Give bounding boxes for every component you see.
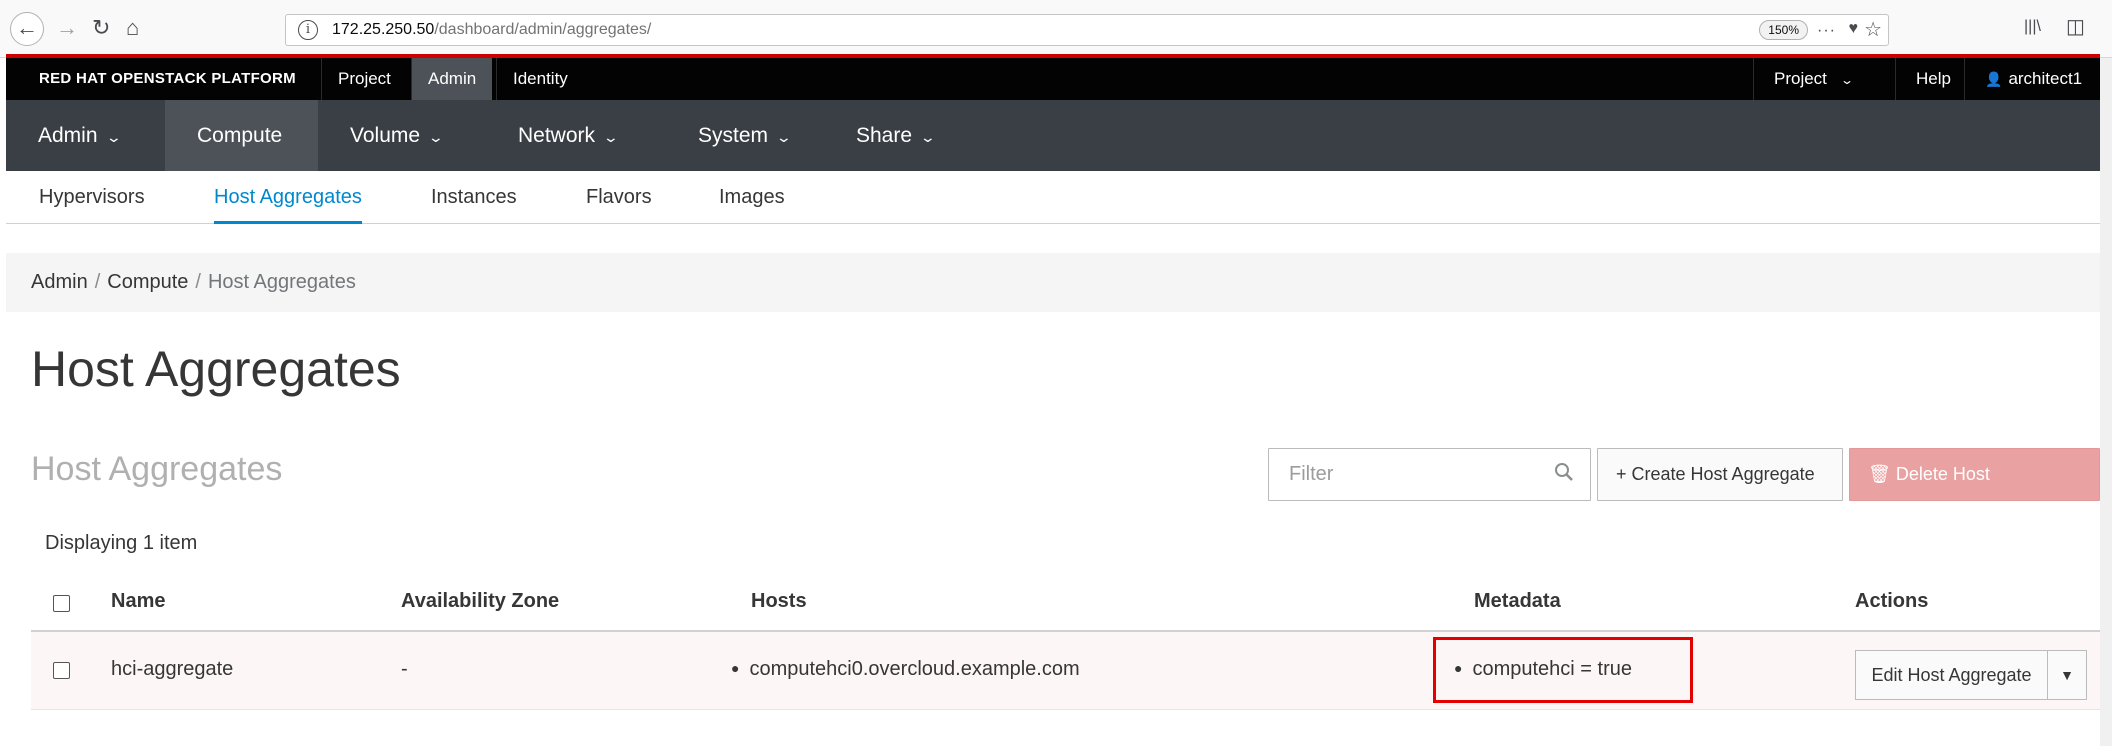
help-link[interactable]: Help	[1895, 58, 1971, 100]
subnav-images[interactable]: Images	[719, 171, 785, 224]
column-header-name[interactable]: Name	[111, 590, 165, 613]
chevron-down-icon: ⌄	[919, 129, 937, 145]
zoom-indicator[interactable]: 150%	[1759, 20, 1808, 40]
search-icon[interactable]	[1554, 462, 1574, 482]
primary-nav: Admin ⌄ Compute Volume ⌄ Network ⌄ System ⌄ …	[6, 100, 2100, 171]
caret-down-icon[interactable]: ▼	[2047, 650, 2087, 700]
project-menu[interactable]: Project ⌄	[1753, 58, 1872, 100]
back-arrow-icon[interactable]: ←	[10, 12, 44, 46]
column-header-availability-zone[interactable]: Availability Zone	[401, 590, 559, 613]
page-actions-icon[interactable]: ···	[1817, 22, 1836, 40]
nav-system[interactable]: System ⌄	[666, 100, 822, 171]
item-count: Displaying 1 item	[45, 532, 198, 554]
row-host-item: computehci0.overcloud.example.com	[749, 658, 1080, 680]
nav-network[interactable]: Network ⌄	[486, 100, 649, 171]
user-icon: 👤	[1985, 71, 2003, 87]
chevron-down-icon: ⌄	[427, 129, 445, 145]
home-icon[interactable]: ⌂	[126, 14, 139, 42]
metadata-highlight-box	[1433, 637, 1693, 703]
row-availability-zone: -	[401, 658, 408, 680]
delete-host-aggregates-button[interactable]: 🗑 Delete Host Aggregates	[1849, 448, 2100, 535]
url-text[interactable]: 172.25.250.50/dashboard/admin/aggregates…	[332, 21, 651, 39]
project-menu-label: Project	[1774, 69, 1827, 88]
tab-admin[interactable]: Admin	[411, 58, 493, 100]
row-checkbox[interactable]	[53, 662, 70, 679]
info-icon[interactable]: i	[298, 20, 318, 40]
nav-share[interactable]: Share ⌄	[824, 100, 966, 171]
nav-admin[interactable]: Admin ⌄	[6, 100, 151, 171]
user-menu[interactable]: 👤 architect1	[1964, 58, 2100, 100]
subnav-host-aggregates[interactable]: Host Aggregates	[214, 171, 362, 224]
breadcrumb-current: Host Aggregates	[207, 271, 356, 293]
table-title: Host Aggregates	[31, 450, 283, 488]
nav-compute-label: Compute	[197, 124, 283, 147]
select-all-checkbox[interactable]	[53, 595, 70, 612]
nav-volume[interactable]: Volume ⌄	[318, 100, 474, 171]
subnav-hypervisors[interactable]: Hypervisors	[39, 171, 145, 224]
subnav-instances[interactable]: Instances	[431, 171, 517, 224]
url-path: /dashboard/admin/aggregates/	[434, 21, 652, 38]
chevron-down-icon: ⌄	[105, 129, 122, 145]
table-row: hci-aggregate - ● computehci0.overcloud.e…	[31, 632, 2100, 710]
breadcrumb: Admin / Compute / Host Aggregates	[6, 253, 2100, 312]
url-bar[interactable]: i 172.25.250.50/dashboard/admin/aggregat…	[285, 14, 1889, 46]
row-name: hci-aggregate	[111, 658, 234, 680]
nav-admin-label: Admin	[38, 124, 98, 147]
breadcrumb-admin[interactable]: Admin	[31, 271, 88, 293]
column-header-actions: Actions	[1855, 590, 1929, 612]
tab-identity[interactable]: Identity	[496, 58, 584, 100]
row-hosts: ● computehci0.overcloud.example.com	[731, 658, 1080, 681]
column-header-hosts[interactable]: Hosts	[751, 590, 807, 613]
subnav-flavors[interactable]: Flavors	[586, 171, 652, 224]
masthead: RED HAT OPENSTACK PLATFORM Project Admin…	[6, 58, 2100, 100]
brand-logo[interactable]: RED HAT OPENSTACK PLATFORM	[39, 70, 296, 87]
nav-share-label: Share	[856, 124, 913, 147]
nav-compute[interactable]: Compute	[165, 100, 318, 171]
chevron-down-icon: ⌄	[602, 129, 620, 145]
user-name: architect1	[2008, 69, 2083, 88]
library-icon[interactable]: |||\	[2024, 18, 2041, 36]
reload-icon[interactable]: ↻	[92, 14, 110, 42]
chevron-down-icon: ⌄	[1839, 73, 1854, 87]
breadcrumb-separator: /	[195, 271, 201, 293]
create-host-aggregate-button[interactable]: + Create Host Aggregate	[1597, 448, 1843, 501]
column-header-metadata[interactable]: Metadata	[1474, 590, 1561, 613]
chevron-down-icon: ⌄	[775, 129, 793, 145]
page-scrollbar[interactable]	[2100, 58, 2112, 746]
pocket-icon[interactable]: ♥	[1849, 20, 1859, 38]
bullet-icon: ●	[731, 660, 740, 676]
filter-input[interactable]	[1269, 449, 1590, 500]
nav-network-label: Network	[518, 124, 596, 147]
page-title: Host Aggregates	[31, 341, 401, 397]
filter-box	[1268, 448, 1591, 501]
breadcrumb-compute[interactable]: Compute	[107, 271, 188, 293]
bookmark-star-icon[interactable]: ☆	[1864, 17, 1882, 42]
edit-host-aggregate-button[interactable]: Edit Host Aggregate	[1855, 650, 2048, 700]
nav-system-label: System	[698, 124, 769, 147]
url-host: 172.25.250.50	[332, 21, 435, 38]
sidebar-icon[interactable]: ◫	[2066, 14, 2085, 39]
forward-arrow-icon[interactable]: →	[56, 14, 78, 42]
tab-project[interactable]: Project	[321, 58, 407, 100]
secondary-nav: Hypervisors Host Aggregates Instances Fl…	[6, 171, 2100, 224]
breadcrumb-separator: /	[94, 271, 101, 293]
table-header: Name Availability Zone Hosts Metadata Ac…	[31, 575, 2100, 632]
nav-volume-label: Volume	[350, 124, 421, 147]
browser-toolbar: ← → ↻ ⌂ i 172.25.250.50/dashboard/admin/…	[0, 0, 2112, 58]
